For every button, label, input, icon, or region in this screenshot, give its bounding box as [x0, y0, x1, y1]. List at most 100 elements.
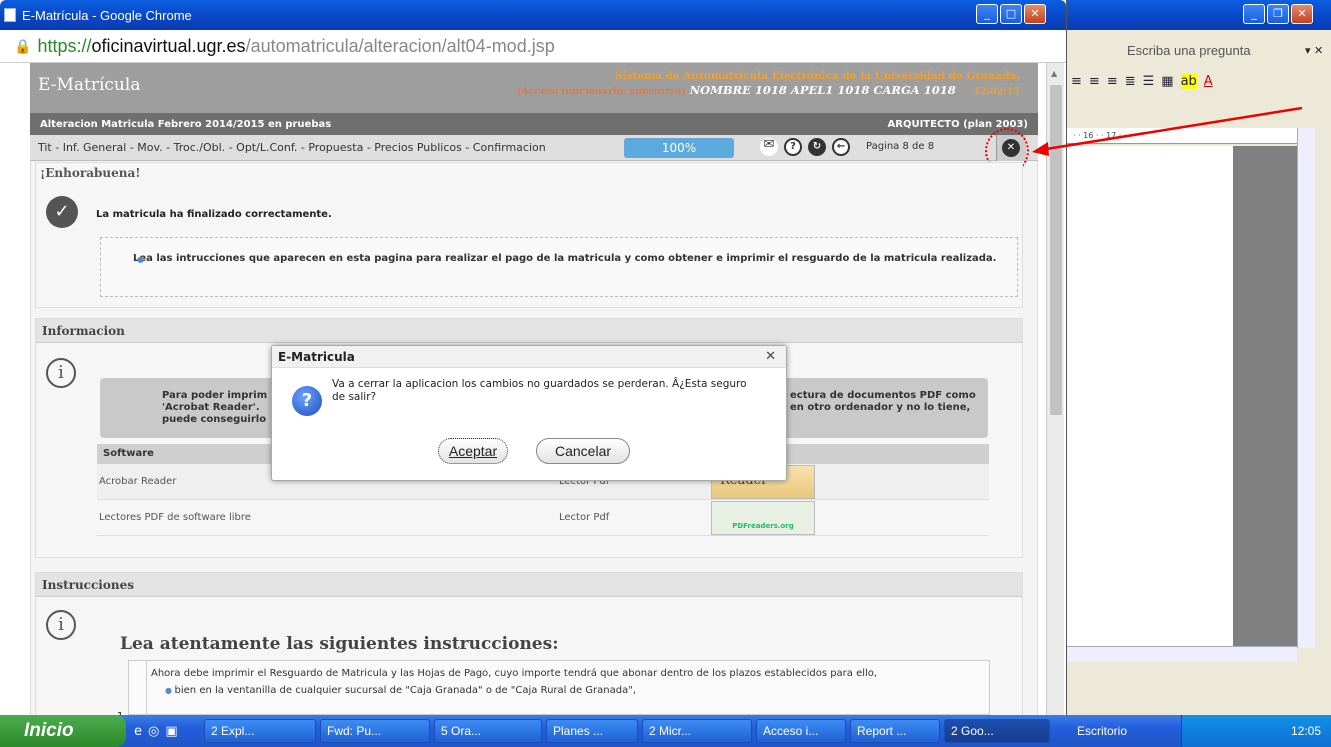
help-icon[interactable]: ? [784, 138, 802, 156]
progress-bar: 100% [624, 138, 734, 158]
word-window: _ ❐ ✕ Escriba una pregunta ▾ ✕ ≡ ≡ ≡ ≣ ☰… [1066, 0, 1331, 715]
window-title: E-Matrícula - Google Chrome [22, 7, 192, 23]
confirm-dialog: E-Matricula ✕ ? Va a cerrar la aplicacio… [271, 345, 787, 481]
success-title: ¡Enhorabuena! [40, 166, 141, 180]
info-icon: i [46, 358, 76, 388]
bullet-icon: ● [137, 255, 144, 264]
format-toolbar: ≡ ≡ ≡ ≣ ☰ ▦ ab A [1071, 70, 1213, 92]
mail-icon[interactable]: ✉ [760, 138, 778, 156]
success-message: La matricula ha finalizado correctamente… [96, 209, 332, 220]
chrome-title-bar: E-Matrícula - Google Chrome _ □ ✕ [0, 0, 1066, 30]
info-icon: i [46, 610, 76, 640]
word-margin-area [1233, 146, 1297, 646]
system-tray: 12:05 [1181, 715, 1331, 747]
software-type: Lector Pdf [559, 512, 610, 523]
task-word[interactable]: 2 Micr... [642, 719, 752, 743]
app-header: E-Matrícula Sistema de Automatrícula Ele… [30, 63, 1038, 113]
word-horizontal-scrollbar[interactable] [1067, 646, 1297, 662]
clock: 12:05 [1290, 724, 1321, 738]
header-date: 12/02/15 [973, 86, 1020, 97]
instructions-paragraph: Ahora debe imprimir el Resguardo de Matr… [151, 668, 878, 679]
row-number-column: 1 [117, 661, 147, 722]
system-info: Sistema de Automatrícula Electrónica de … [517, 69, 1020, 99]
page-indicator: Pagina 8 de 8 [866, 141, 935, 152]
word-close-button[interactable]: ✕ [1291, 4, 1313, 24]
word-title-bar: _ ❐ ✕ [1067, 0, 1331, 30]
taskbar: Inicio e ◎ ▣ 2 Expl... Fwd: Pu... 5 Ora.… [0, 715, 1331, 747]
question-icon: ? [292, 386, 322, 416]
align-right-icon[interactable]: ≡ [1071, 74, 1082, 89]
task-acceso[interactable]: Acceso i... [756, 719, 846, 743]
word-minimize-button[interactable]: _ [1243, 4, 1265, 24]
info-text-left: Para poder imprim 'Acrobat Reader'. pued… [162, 390, 268, 425]
word-restore-button[interactable]: ❐ [1267, 4, 1289, 24]
task-email[interactable]: Fwd: Pu... [320, 719, 430, 743]
url-scheme: https:// [37, 35, 92, 56]
task-explorer[interactable]: 2 Expl... [204, 719, 316, 743]
instructions-bullet: bien en la ventanilla de cualquier sucur… [174, 685, 637, 696]
success-note: Lea las intrucciones que aparecen en est… [133, 253, 997, 264]
bullet-icon: ● [165, 686, 175, 695]
browser-icon[interactable]: ◎ [148, 724, 159, 739]
back-icon[interactable]: ← [832, 138, 850, 156]
folder-icon[interactable]: ▣ [165, 724, 177, 739]
justify-icon[interactable]: ≣ [1125, 74, 1136, 89]
task-chrome[interactable]: 2 Goo... [944, 719, 1050, 743]
system-name: Sistema de Automatrícula Electrónica de … [614, 70, 1020, 82]
url-path: /automatricula/alteracion/alt04-mod.jsp [245, 35, 555, 56]
matricula-bar: Alteracion Matricula Febrero 2014/2015 e… [30, 113, 1038, 135]
instructions-heading: Lea atentamente las siguientes instrucci… [120, 634, 559, 654]
maximize-button[interactable]: □ [1000, 4, 1022, 24]
software-name: Lectores PDF de software libre [99, 512, 251, 523]
ask-question-input[interactable]: Escriba una pregunta [1127, 43, 1251, 58]
scroll-thumb[interactable] [1050, 85, 1062, 415]
ask-close-icon[interactable]: ▾ ✕ [1305, 44, 1323, 57]
font-color-icon[interactable]: A [1204, 74, 1213, 89]
info-title: Informacion [36, 319, 1022, 343]
ie-icon[interactable]: e [134, 724, 142, 739]
table-row: Lectores PDF de software libre Lector Pd… [97, 500, 989, 536]
word-vertical-scrollbar[interactable] [1297, 128, 1315, 648]
toolbar-icons: ✉ ? ↻ ← [760, 138, 850, 156]
cancel-button[interactable]: Cancelar [536, 438, 630, 464]
address-bar[interactable]: 🔒 https:// oficinavirtual.ugr.es /automa… [0, 30, 1066, 63]
accept-button[interactable]: Aceptar [438, 438, 508, 464]
info-text-right: ectura de documentos PDF como en otro or… [790, 390, 976, 413]
close-window-button[interactable]: ✕ [1024, 4, 1046, 24]
instructions-text: Ahora debe imprimir el Resguardo de Matr… [151, 667, 987, 697]
dialog-message: Va a cerrar la aplicacion los cambios no… [332, 378, 747, 403]
task-report[interactable]: Report ... [850, 719, 940, 743]
pdfreaders-logo[interactable]: PDFreaders.org [711, 500, 815, 535]
check-icon: ✓ [46, 196, 78, 228]
word-window-controls: _ ❐ ✕ [1243, 4, 1313, 24]
instructions-title: Instrucciones [36, 573, 1022, 597]
page-icon [4, 8, 16, 22]
lock-icon: 🔒 [14, 37, 32, 54]
user-name: NOMBRE 1018 APEL1 1018 CARGA 1018 [689, 83, 956, 97]
task-planes[interactable]: Planes ... [546, 719, 638, 743]
access-info: (Acceso funcionario: subsurtra) [516, 86, 686, 97]
align-center-icon[interactable]: ≡ [1089, 74, 1100, 89]
page-scrollbar[interactable]: ▲ [1046, 63, 1064, 715]
app-brand: E-Matrícula [38, 75, 141, 95]
steps-breadcrumb[interactable]: Tit - Inf. General - Mov. - Troc./Obl. -… [38, 141, 546, 154]
refresh-icon[interactable]: ↻ [808, 138, 826, 156]
instructions-box: 1 Ahora debe imprimir el Resguardo de Ma… [117, 660, 990, 722]
list-icon[interactable]: ☰ [1143, 74, 1155, 89]
scroll-up-icon[interactable]: ▲ [1051, 69, 1057, 78]
word-document[interactable] [1067, 146, 1233, 646]
task-oracle[interactable]: 5 Ora... [434, 719, 542, 743]
pdfreaders-logo-text: PDFreaders.org [732, 521, 794, 530]
quick-launch: e ◎ ▣ [126, 724, 204, 739]
highlight-icon[interactable]: ab [1180, 73, 1197, 89]
align-justify-icon[interactable]: ≡ [1107, 74, 1118, 89]
start-button[interactable]: Inicio [0, 715, 126, 747]
success-note-box: ● Lea las intrucciones que aparecen en e… [100, 237, 1018, 297]
window-controls: _ □ ✕ [976, 4, 1046, 24]
url-host: oficinavirtual.ugr.es [91, 35, 246, 56]
desktop-toolbar[interactable]: Escritorio [1077, 715, 1127, 747]
minimize-button[interactable]: _ [976, 4, 998, 24]
border-icon[interactable]: ▦ [1161, 74, 1173, 89]
dialog-close-icon[interactable]: ✕ [765, 349, 776, 364]
dialog-title: E-Matricula [272, 346, 786, 368]
